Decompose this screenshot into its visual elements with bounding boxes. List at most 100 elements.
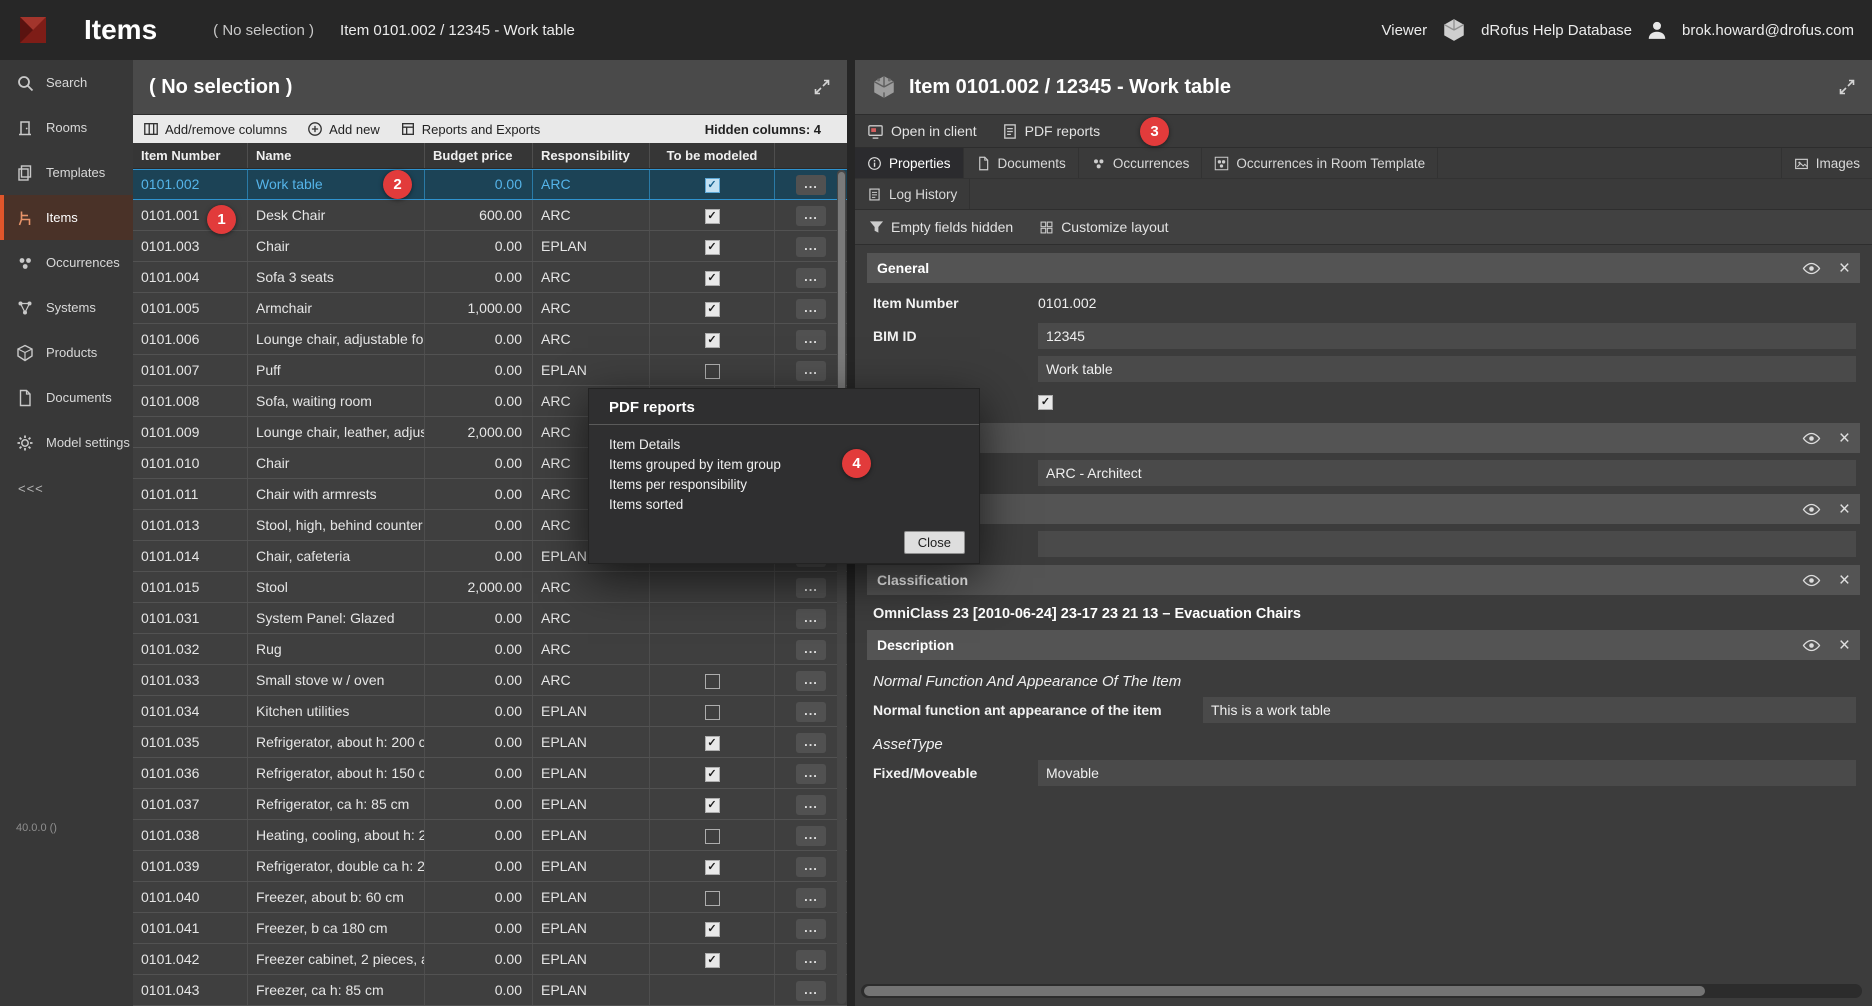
table-row[interactable]: 0101.031System Panel: Glazed0.00ARC... — [133, 603, 847, 634]
eye-icon[interactable] — [1802, 432, 1821, 445]
row-more-button[interactable]: ... — [796, 578, 826, 598]
tab-occurrences[interactable]: Occurrences — [1079, 148, 1203, 178]
sidebar-item-templates[interactable]: Templates — [0, 150, 133, 195]
open-in-client-button[interactable]: Open in client — [867, 123, 977, 140]
to-be-modeled-checkbox[interactable] — [705, 798, 720, 813]
to-be-modeled-checkbox[interactable] — [705, 178, 720, 193]
to-be-modeled-checkbox[interactable] — [705, 767, 720, 782]
table-row[interactable]: 0101.001Desk Chair600.00ARC... — [133, 200, 847, 231]
to-be-modeled-checkbox[interactable] — [705, 364, 720, 379]
row-more-button[interactable]: ... — [796, 888, 826, 908]
sidebar-item-products[interactable]: Products — [0, 330, 133, 375]
eye-icon[interactable] — [1802, 503, 1821, 516]
row-more-button[interactable]: ... — [796, 175, 826, 195]
user-icon[interactable] — [1646, 20, 1668, 40]
field-checkbox[interactable] — [1038, 395, 1053, 410]
table-row[interactable]: 0101.037Refrigerator, ca h: 85 cm0.00EPL… — [133, 789, 847, 820]
table-row[interactable]: 0101.006Lounge chair, adjustable fo...0.… — [133, 324, 847, 355]
table-row[interactable]: 0101.033Small stove w / oven0.00ARC... — [133, 665, 847, 696]
table-row[interactable]: 0101.015Stool2,000.00ARC... — [133, 572, 847, 603]
customize-layout-button[interactable]: Customize layout — [1039, 219, 1168, 235]
sidebar-collapse-button[interactable]: <<< — [18, 481, 133, 496]
dialog-close-button[interactable]: Close — [904, 531, 965, 554]
to-be-modeled-checkbox[interactable] — [705, 209, 720, 224]
reports-exports-button[interactable]: Reports and Exports — [400, 121, 541, 137]
sidebar-item-search[interactable]: Search — [0, 60, 133, 105]
to-be-modeled-checkbox[interactable] — [705, 271, 720, 286]
eye-icon[interactable] — [1802, 574, 1821, 587]
row-more-button[interactable]: ... — [796, 268, 826, 288]
table-row[interactable]: 0101.038Heating, cooling, about h: 2...0… — [133, 820, 847, 851]
field-input[interactable]: ARC - Architect — [1038, 460, 1856, 486]
field-input[interactable]: Work table — [1038, 356, 1856, 382]
field-input[interactable]: This is a work table — [1203, 697, 1856, 723]
row-more-button[interactable]: ... — [796, 237, 826, 257]
table-row[interactable]: 0101.002Work table0.00ARC... — [133, 169, 847, 200]
table-row[interactable]: 0101.004Sofa 3 seats0.00ARC... — [133, 262, 847, 293]
to-be-modeled-checkbox[interactable] — [705, 829, 720, 844]
to-be-modeled-checkbox[interactable] — [705, 736, 720, 751]
table-row[interactable]: 0101.007Puff0.00EPLAN... — [133, 355, 847, 386]
table-row[interactable]: 0101.041Freezer, b ca 180 cm0.00EPLAN... — [133, 913, 847, 944]
table-row[interactable]: 0101.005Armchair1,000.00ARC... — [133, 293, 847, 324]
table-row[interactable]: 0101.042Freezer cabinet, 2 pieces, a...0… — [133, 944, 847, 975]
row-more-button[interactable]: ... — [796, 330, 826, 350]
row-more-button[interactable]: ... — [796, 950, 826, 970]
row-more-button[interactable]: ... — [796, 795, 826, 815]
add-new-button[interactable]: Add new — [307, 121, 380, 137]
to-be-modeled-checkbox[interactable] — [705, 922, 720, 937]
add-remove-columns-button[interactable]: Add/remove columns — [143, 121, 287, 137]
report-item[interactable]: Items per responsibility — [609, 475, 959, 495]
sidebar-item-rooms[interactable]: Rooms — [0, 105, 133, 150]
expand-icon[interactable] — [1838, 78, 1856, 96]
row-more-button[interactable]: ... — [796, 826, 826, 846]
sidebar-item-documents[interactable]: Documents — [0, 375, 133, 420]
table-row[interactable]: 0101.032Rug0.00ARC... — [133, 634, 847, 665]
empty-fields-filter[interactable]: Empty fields hidden — [869, 219, 1013, 235]
sidebar-item-occurrences[interactable]: Occurrences — [0, 240, 133, 285]
column-header-name[interactable]: Name — [248, 143, 425, 168]
to-be-modeled-checkbox[interactable] — [705, 333, 720, 348]
column-header-item-number[interactable]: Item Number — [133, 143, 248, 168]
close-icon[interactable]: × — [1839, 636, 1850, 655]
table-row[interactable]: 0101.040Freezer, about b: 60 cm0.00EPLAN… — [133, 882, 847, 913]
user-email[interactable]: brok.howard@drofus.com — [1682, 22, 1854, 39]
row-more-button[interactable]: ... — [796, 733, 826, 753]
field-input[interactable] — [1038, 531, 1856, 557]
to-be-modeled-checkbox[interactable] — [705, 953, 720, 968]
horizontal-scrollbar[interactable] — [861, 984, 1862, 998]
scrollbar-thumb[interactable] — [864, 986, 1705, 996]
report-item[interactable]: Items sorted — [609, 495, 959, 515]
to-be-modeled-checkbox[interactable] — [705, 860, 720, 875]
table-row[interactable]: 0101.034Kitchen utilities0.00EPLAN... — [133, 696, 847, 727]
column-header-responsibility[interactable]: Responsibility — [533, 143, 650, 168]
row-more-button[interactable]: ... — [796, 981, 826, 1001]
tab-occurrences-in-room-template[interactable]: Occurrences in Room Template — [1202, 148, 1438, 178]
row-more-button[interactable]: ... — [796, 764, 826, 784]
close-icon[interactable]: × — [1839, 500, 1850, 519]
table-row[interactable]: 0101.036Refrigerator, about h: 150 cm0.0… — [133, 758, 847, 789]
field-input[interactable]: 12345 — [1038, 323, 1856, 349]
report-item[interactable]: Items grouped by item group — [609, 455, 959, 475]
close-icon[interactable]: × — [1839, 571, 1850, 590]
eye-icon[interactable] — [1802, 262, 1821, 275]
to-be-modeled-checkbox[interactable] — [705, 674, 720, 689]
pdf-reports-button[interactable]: PDF reports — [1001, 123, 1100, 140]
row-more-button[interactable]: ... — [796, 609, 826, 629]
to-be-modeled-checkbox[interactable] — [705, 705, 720, 720]
tab-documents[interactable]: Documents — [964, 148, 1079, 178]
expand-icon[interactable] — [813, 78, 831, 96]
database-name[interactable]: dRofus Help Database — [1481, 22, 1632, 39]
sidebar-item-systems[interactable]: Systems — [0, 285, 133, 330]
database-icon[interactable] — [1441, 18, 1467, 42]
vertical-scrollbar[interactable] — [837, 170, 846, 1004]
table-row[interactable]: 0101.039Refrigerator, double ca h: 2...0… — [133, 851, 847, 882]
tab-log-history[interactable]: Log History — [855, 179, 970, 209]
row-more-button[interactable]: ... — [796, 857, 826, 877]
sidebar-item-model-settings[interactable]: Model settings — [0, 420, 133, 465]
row-more-button[interactable]: ... — [796, 361, 826, 381]
close-icon[interactable]: × — [1839, 429, 1850, 448]
row-more-button[interactable]: ... — [796, 206, 826, 226]
field-input[interactable]: Movable — [1038, 760, 1856, 786]
sidebar-item-items[interactable]: Items — [0, 195, 133, 240]
